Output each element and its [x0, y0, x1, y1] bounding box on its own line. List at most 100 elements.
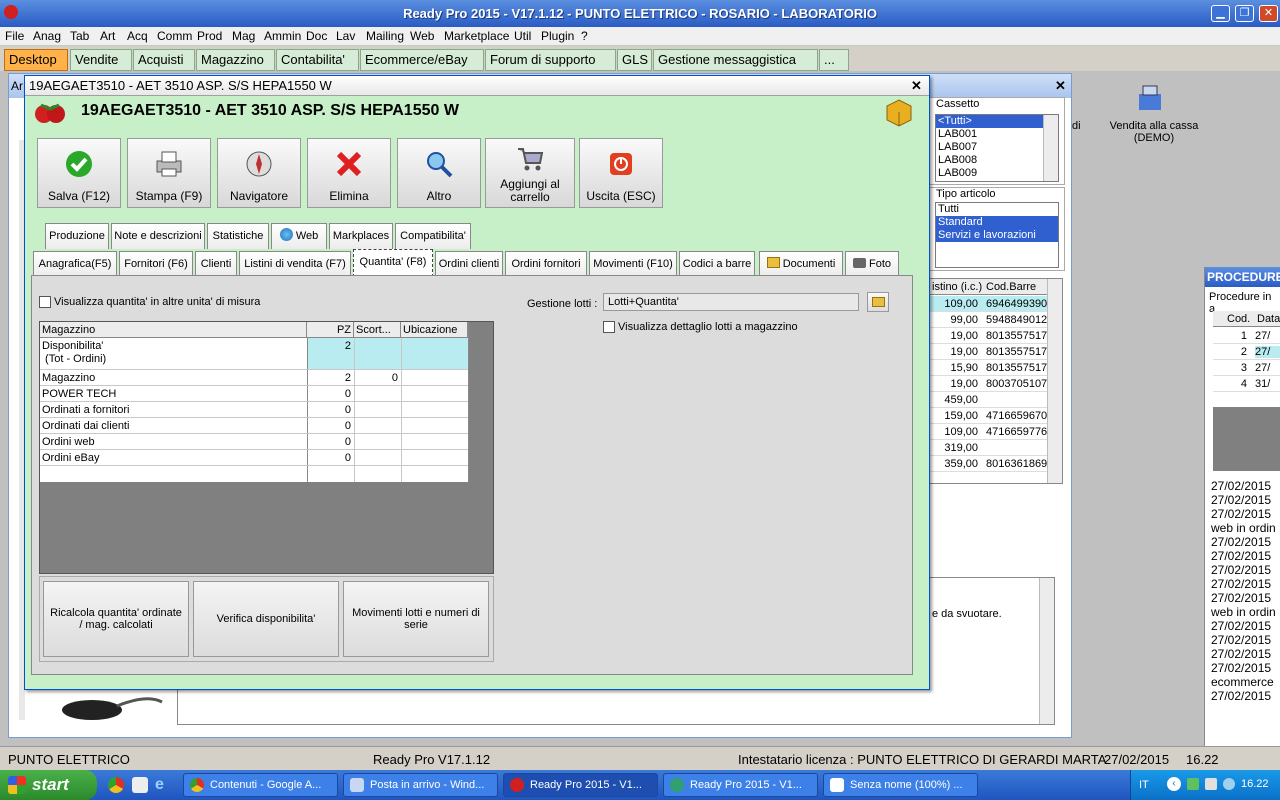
tab-compatibilita[interactable]: Compatibilita': [395, 223, 471, 249]
tray-clock[interactable]: 16.22: [1241, 778, 1269, 790]
tab-messaggistica[interactable]: Gestione messaggistica: [653, 49, 818, 71]
quantity-row[interactable]: POWER TECH 0: [40, 386, 468, 402]
menu-acq[interactable]: Acq: [127, 29, 148, 43]
task-senza-nome[interactable]: Senza nome (100%) ...: [823, 773, 978, 797]
price-row[interactable]: 19,00 8013557517: [930, 328, 1048, 344]
price-row[interactable]: 19,00 8013557517: [930, 344, 1048, 360]
quantity-row[interactable]: Ordinati a fornitori 0: [40, 402, 468, 418]
vendita-cassa-label[interactable]: Vendita alla cassa (DEMO): [1094, 120, 1214, 144]
delete-button[interactable]: Elimina: [307, 138, 391, 208]
dettaglio-lotti-checkbox[interactable]: [603, 321, 615, 333]
tray-volume-icon[interactable]: [1205, 778, 1217, 790]
tab-forum[interactable]: Forum di supporto: [485, 49, 616, 71]
menu-anag[interactable]: Anag: [33, 29, 61, 43]
tab-produzione[interactable]: Produzione: [45, 223, 109, 249]
tray-network-icon[interactable]: [1187, 778, 1199, 790]
add-to-cart-button[interactable]: Aggiungi al carrello: [485, 138, 575, 208]
cassetto-list[interactable]: <Tutti> LAB001 LAB007 LAB008 LAB009: [935, 114, 1059, 182]
message-scrollbar[interactable]: [1039, 578, 1054, 724]
tab-ordini-clienti[interactable]: Ordini clienti: [435, 251, 503, 277]
tipo-item[interactable]: Standard: [936, 216, 1058, 229]
menu-file[interactable]: File: [5, 29, 24, 43]
tray-chevron-icon[interactable]: ‹: [1167, 777, 1181, 791]
menu-web[interactable]: Web: [410, 29, 434, 43]
quicklaunch-icon[interactable]: [132, 777, 148, 793]
menu-mailing[interactable]: Mailing: [366, 29, 404, 43]
maximize-button[interactable]: ❐: [1235, 5, 1254, 22]
price-row[interactable]: 359,00 8016361869: [930, 456, 1048, 472]
tab-codici-barre[interactable]: Codici a barre: [679, 251, 755, 277]
quantity-row[interactable]: Magazzino 2 0: [40, 370, 468, 386]
quantity-row[interactable]: Ordini web 0: [40, 434, 468, 450]
tipo-articolo-list[interactable]: Tutti Standard Servizi e lavorazioni: [935, 202, 1059, 268]
menu-plugin[interactable]: Plugin: [541, 29, 574, 43]
tab-markplaces[interactable]: Markplaces: [329, 223, 393, 249]
price-row[interactable]: 459,00: [930, 392, 1048, 408]
print-button[interactable]: Stampa (F9): [127, 138, 211, 208]
tab-statistiche[interactable]: Statistiche: [207, 223, 269, 249]
save-button[interactable]: Salva (F12): [37, 138, 121, 208]
price-row[interactable]: 159,00 4716659670: [930, 408, 1048, 424]
quantity-row[interactable]: Disponibilita' (Tot - Ordini) 2: [40, 338, 468, 370]
tab-anagrafica[interactable]: Anagrafica(F5): [33, 251, 117, 277]
dialog-close-icon[interactable]: ✕: [911, 78, 922, 94]
other-button[interactable]: Altro: [397, 138, 481, 208]
tipo-item[interactable]: Servizi e lavorazioni: [936, 229, 1058, 242]
tab-gls[interactable]: GLS: [617, 49, 652, 71]
lotti-folder-button[interactable]: [867, 292, 889, 312]
menu-ammin[interactable]: Ammin: [264, 29, 301, 43]
tab-clienti[interactable]: Clienti: [195, 251, 237, 277]
tab-documenti[interactable]: Documenti: [759, 251, 843, 277]
ricalcola-button[interactable]: Ricalcola quantita' ordinate / mag. calc…: [43, 581, 189, 657]
price-row[interactable]: 99,00 5948849012: [930, 312, 1048, 328]
task-readypro-1[interactable]: Ready Pro 2015 - V1...: [503, 773, 658, 797]
quantity-row[interactable]: Ordinati dai clienti 0: [40, 418, 468, 434]
tab-desktop[interactable]: Desktop: [4, 49, 68, 71]
tipo-item[interactable]: Tutti: [936, 203, 1058, 216]
exit-button[interactable]: Uscita (ESC): [579, 138, 663, 208]
tab-fornitori[interactable]: Fornitori (F6): [119, 251, 193, 277]
tab-ordini-fornitori[interactable]: Ordini fornitori: [505, 251, 587, 277]
price-row[interactable]: 15,90 8013557517: [930, 360, 1048, 376]
cassetto-item[interactable]: LAB008: [936, 154, 1058, 167]
cassetto-item[interactable]: LAB007: [936, 141, 1058, 154]
tab-foto[interactable]: Foto: [845, 251, 899, 277]
menu-prod[interactable]: Prod: [197, 29, 222, 43]
movimenti-lotti-button[interactable]: Movimenti lotti e numeri di serie: [343, 581, 489, 657]
tab-movimenti[interactable]: Movimenti (F10): [589, 251, 677, 277]
menu-util[interactable]: Util: [514, 29, 531, 43]
altre-unita-checkbox[interactable]: [39, 296, 51, 308]
verifica-disponibilita-button[interactable]: Verifica disponibilita': [193, 581, 339, 657]
menu-marketplace[interactable]: Marketplace: [444, 29, 509, 43]
tab-vendite[interactable]: Vendite: [70, 49, 132, 71]
tab-web[interactable]: Web: [271, 223, 327, 249]
tab-note[interactable]: Note e descrizioni: [111, 223, 205, 249]
tab-more[interactable]: ...: [819, 49, 849, 71]
task-mail[interactable]: Posta in arrivo - Wind...: [343, 773, 498, 797]
menu-lav[interactable]: Lav: [336, 29, 355, 43]
cassetto-item[interactable]: <Tutti>: [936, 115, 1058, 128]
procedure-row[interactable]: 4 31/: [1213, 376, 1280, 392]
tab-magazzino[interactable]: Magazzino: [196, 49, 275, 71]
minimize-button[interactable]: ▁: [1211, 5, 1230, 22]
price-row[interactable]: 319,00: [930, 440, 1048, 456]
procedure-row[interactable]: 3 27/: [1213, 360, 1280, 376]
gestione-lotti-field[interactable]: Lotti+Quantita': [603, 293, 859, 311]
tab-acquisti[interactable]: Acquisti: [133, 49, 195, 71]
navigator-button[interactable]: Navigatore: [217, 138, 301, 208]
price-row[interactable]: 19,00 8003705107: [930, 376, 1048, 392]
cassetto-item[interactable]: LAB001: [936, 128, 1058, 141]
cassetto-scrollbar[interactable]: [1043, 115, 1058, 181]
menu-help[interactable]: ?: [581, 29, 588, 43]
language-indicator[interactable]: IT: [1139, 779, 1149, 791]
start-button[interactable]: start: [0, 770, 97, 800]
tray-app-icon[interactable]: [1223, 778, 1235, 790]
background-close-icon[interactable]: ✕: [1055, 78, 1066, 94]
procedure-row[interactable]: 1 27/: [1213, 328, 1280, 344]
tab-contabilita[interactable]: Contabilita': [276, 49, 359, 71]
tab-quantita[interactable]: Quantita' (F8): [353, 249, 433, 277]
task-readypro-2[interactable]: Ready Pro 2015 - V1...: [663, 773, 818, 797]
procedure-row[interactable]: 2 27/: [1213, 344, 1280, 360]
price-row[interactable]: 109,00 4716659776: [930, 424, 1048, 440]
cash-register-icon[interactable]: [1135, 84, 1165, 114]
